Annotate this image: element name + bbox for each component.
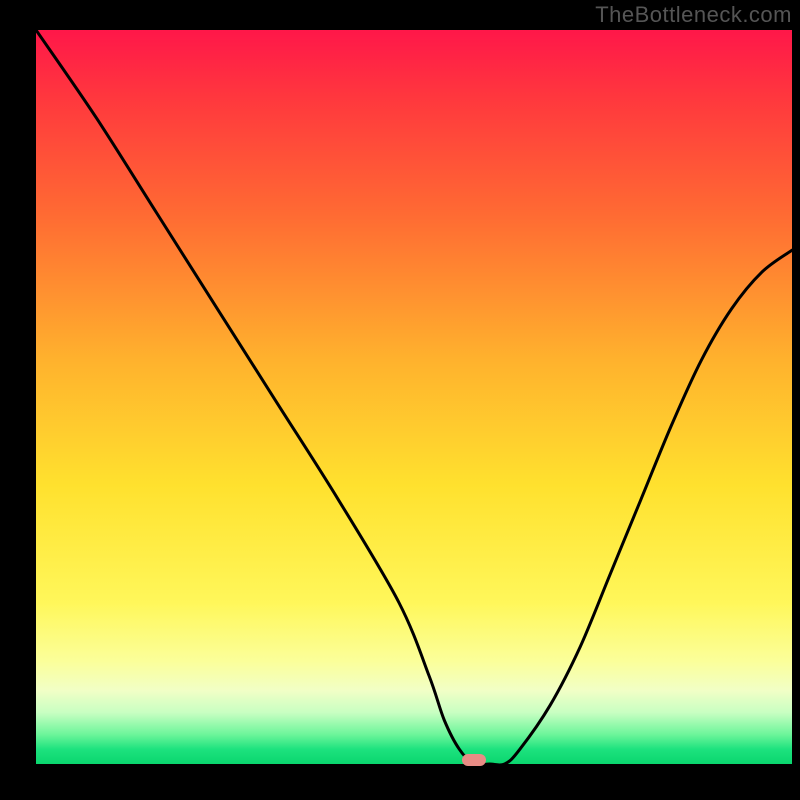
bottleneck-curve [36, 30, 792, 764]
chart-frame: TheBottleneck.com [0, 0, 800, 800]
plot-area [36, 30, 792, 764]
watermark-text: TheBottleneck.com [595, 2, 792, 28]
optimal-marker [462, 754, 486, 766]
